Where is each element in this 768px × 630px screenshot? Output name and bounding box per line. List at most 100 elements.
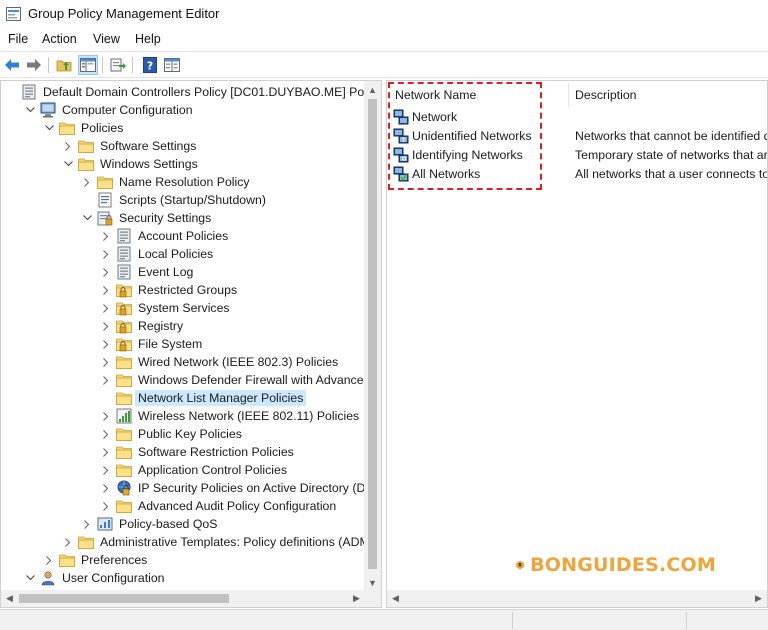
tree-item-label: Event Log bbox=[138, 265, 194, 279]
tree-item[interactable]: Wireless Network (IEEE 802.11) Policies bbox=[100, 407, 361, 425]
chevron-down-icon[interactable] bbox=[24, 569, 36, 587]
tree-item[interactable]: Local Policies bbox=[100, 245, 215, 263]
column-header-description[interactable]: Description bbox=[575, 81, 637, 109]
chevron-right-icon[interactable] bbox=[100, 353, 112, 371]
tree-horizontal-scrollbar[interactable]: ◀ ▶ bbox=[1, 590, 365, 607]
help-icon: ? bbox=[143, 57, 157, 73]
chevron-right-icon[interactable] bbox=[100, 299, 112, 317]
network-list-item[interactable]: ? Unidentified Networks bbox=[393, 126, 532, 145]
list-scroll-left-arrow-icon[interactable]: ◀ bbox=[387, 590, 404, 607]
network-name: Identifying Networks bbox=[412, 147, 523, 162]
scroll-down-arrow-icon[interactable]: ▼ bbox=[364, 574, 381, 591]
tree-item[interactable]: System Services bbox=[100, 299, 232, 317]
tree-item[interactable]: File System bbox=[100, 335, 204, 353]
tree-item[interactable]: Security Settings bbox=[81, 209, 213, 227]
results-pane[interactable]: Network Name Description Network ? Unident… bbox=[386, 80, 768, 608]
chevron-right-icon[interactable] bbox=[100, 407, 112, 425]
locked-folder-icon bbox=[116, 300, 132, 316]
tree-item[interactable]: Software Restriction Policies bbox=[100, 443, 296, 461]
network-list-item[interactable]: All Networks bbox=[393, 164, 480, 183]
tree-item[interactable]: Preferences bbox=[43, 551, 149, 569]
list-scroll-right-arrow-icon[interactable]: ▶ bbox=[750, 590, 767, 607]
properties-button[interactable] bbox=[162, 55, 182, 75]
network-list-item[interactable]: Network bbox=[393, 107, 457, 126]
chevron-right-icon[interactable] bbox=[100, 371, 112, 389]
tree-item[interactable]: Software Settings bbox=[62, 137, 198, 155]
help-button[interactable]: ? bbox=[140, 55, 160, 75]
chevron-right-icon[interactable] bbox=[81, 515, 93, 533]
console-tree-pane[interactable]: Default Domain Controllers Policy [DC01.… bbox=[0, 80, 382, 608]
network-icon bbox=[393, 109, 409, 125]
menu-view[interactable]: View bbox=[93, 32, 120, 46]
tree-item[interactable]: User Configuration bbox=[24, 569, 167, 587]
tree-item[interactable]: Name Resolution Policy bbox=[81, 173, 252, 191]
network-description: Networks that cannot be identified d bbox=[575, 128, 768, 143]
menu-action[interactable]: Action bbox=[42, 32, 77, 46]
chevron-right-icon[interactable] bbox=[100, 443, 112, 461]
chevron-down-icon[interactable] bbox=[24, 101, 36, 119]
tree-item[interactable]: Wired Network (IEEE 802.3) Policies bbox=[100, 353, 340, 371]
chevron-right-icon[interactable] bbox=[62, 137, 74, 155]
tree-item[interactable]: Scripts (Startup/Shutdown) bbox=[81, 191, 268, 209]
tree-item[interactable]: Restricted Groups bbox=[100, 281, 239, 299]
bonguides-logo-icon: B bbox=[516, 560, 524, 570]
tree-item[interactable]: Network List Manager Policies bbox=[100, 389, 307, 407]
chevron-right-icon[interactable] bbox=[100, 479, 112, 497]
chevron-right-icon[interactable] bbox=[100, 317, 112, 335]
folder-icon bbox=[78, 138, 94, 154]
chevron-right-icon[interactable] bbox=[100, 227, 112, 245]
status-segment-2 bbox=[686, 612, 768, 629]
back-button[interactable] bbox=[2, 55, 22, 75]
tree-item-label: File System bbox=[138, 337, 203, 351]
tree-item[interactable]: Public Key Policies bbox=[100, 425, 244, 443]
network-list-item[interactable]: Identifying Networks bbox=[393, 145, 523, 164]
tree-item[interactable]: Windows Settings bbox=[62, 155, 200, 173]
tree-item[interactable]: Event Log bbox=[100, 263, 195, 281]
tree-vertical-scrollbar[interactable]: ▲ ▼ bbox=[364, 81, 381, 591]
tree-item-label: Software Restriction Policies bbox=[138, 445, 294, 459]
tree-item[interactable]: Advanced Audit Policy Configuration bbox=[100, 497, 338, 515]
tree-item[interactable]: Windows Defender Firewall with Advanced … bbox=[100, 371, 381, 389]
ip-security-icon bbox=[116, 480, 132, 496]
tree-vertical-scroll-thumb[interactable] bbox=[368, 99, 377, 569]
tree-item-label: Computer Configuration bbox=[62, 103, 193, 117]
scroll-up-arrow-icon[interactable]: ▲ bbox=[364, 81, 381, 98]
export-list-button[interactable] bbox=[108, 55, 128, 75]
up-one-level-button[interactable] bbox=[54, 55, 74, 75]
tree-item[interactable]: Computer Configuration bbox=[24, 101, 195, 119]
chevron-right-icon[interactable] bbox=[100, 425, 112, 443]
chevron-right-icon[interactable] bbox=[81, 173, 93, 191]
chevron-right-icon[interactable] bbox=[100, 245, 112, 263]
locked-folder-icon bbox=[116, 318, 132, 334]
show-hide-console-tree-button[interactable] bbox=[78, 55, 98, 75]
chevron-right-icon[interactable] bbox=[100, 461, 112, 479]
tree-item[interactable]: Policies bbox=[43, 119, 125, 137]
chevron-down-icon[interactable] bbox=[81, 209, 93, 227]
tree-item[interactable]: Registry bbox=[100, 317, 185, 335]
tree-item[interactable]: IP Security Policies on Active Directory… bbox=[100, 479, 381, 497]
column-header-network-name[interactable]: Network Name bbox=[395, 81, 476, 109]
chevron-right-icon[interactable] bbox=[100, 263, 112, 281]
tree-item[interactable]: Policy-based QoS bbox=[81, 515, 219, 533]
scroll-right-arrow-icon[interactable]: ▶ bbox=[348, 590, 365, 607]
scroll-left-arrow-icon[interactable]: ◀ bbox=[1, 590, 18, 607]
chevron-down-icon[interactable] bbox=[43, 119, 55, 137]
chevron-right-icon[interactable] bbox=[100, 497, 112, 515]
all-networks-icon bbox=[393, 166, 409, 182]
tree-item[interactable]: Account Policies bbox=[100, 227, 230, 245]
tree-item[interactable]: Administrative Templates: Policy definit… bbox=[62, 533, 381, 551]
chevron-right-icon[interactable] bbox=[100, 335, 112, 353]
chevron-down-icon[interactable] bbox=[62, 155, 74, 173]
chevron-right-icon[interactable] bbox=[100, 281, 112, 299]
menu-file[interactable]: File bbox=[8, 32, 28, 46]
menu-help[interactable]: Help bbox=[135, 32, 161, 46]
forward-button[interactable] bbox=[24, 55, 44, 75]
tree-item[interactable]: Default Domain Controllers Policy [DC01.… bbox=[5, 83, 381, 101]
network-name: Network bbox=[412, 109, 458, 124]
tree-item[interactable]: Application Control Policies bbox=[100, 461, 289, 479]
chevron-right-icon[interactable] bbox=[62, 533, 74, 551]
window-title: Group Policy Management Editor bbox=[28, 6, 220, 21]
chevron-right-icon[interactable] bbox=[43, 551, 55, 569]
tree-horizontal-scroll-thumb[interactable] bbox=[19, 594, 229, 603]
